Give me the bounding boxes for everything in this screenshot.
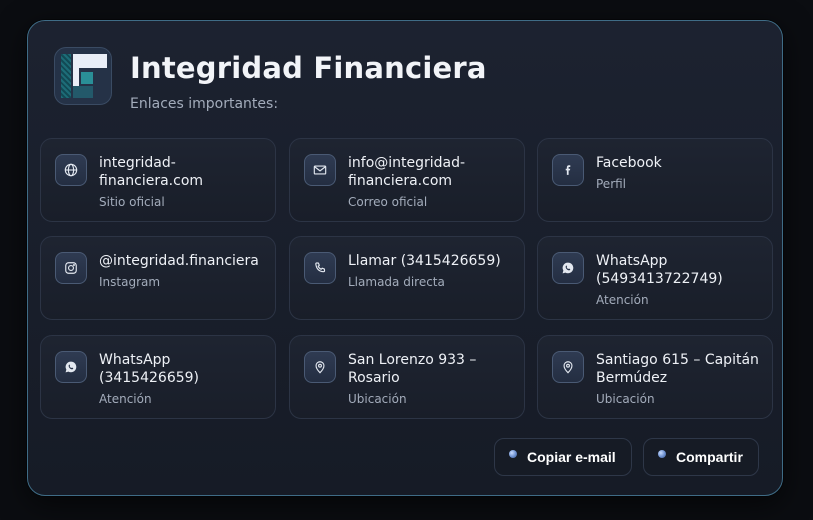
link-email[interactable]: info@integridad-financiera.com Correo of… <box>289 138 525 222</box>
globe-icon <box>55 154 87 186</box>
whatsapp-icon <box>552 252 584 284</box>
link-title: Facebook <box>596 155 662 171</box>
phone-icon <box>304 252 336 284</box>
link-location-rosario[interactable]: San Lorenzo 933 – Rosario Ubicación <box>289 335 525 419</box>
bullet-icon <box>509 450 517 458</box>
link-title: WhatsApp (3415426659) <box>99 352 199 386</box>
link-subtitle: Atención <box>99 392 152 406</box>
bullet-icon <box>658 450 666 458</box>
link-title: Santiago 615 – Capitán Bermúdez <box>596 352 759 386</box>
brand-logo <box>54 47 112 105</box>
instagram-icon <box>55 252 87 284</box>
copy-email-label: Copiar e-mail <box>527 449 616 465</box>
link-subtitle: Sitio oficial <box>99 195 165 209</box>
mail-icon <box>304 154 336 186</box>
link-subtitle: Ubicación <box>348 392 407 406</box>
link-subtitle: Ubicación <box>596 392 655 406</box>
link-title: info@integridad-financiera.com <box>348 155 466 189</box>
link-facebook[interactable]: Facebook Perfil <box>537 138 773 222</box>
link-title: San Lorenzo 933 – Rosario <box>348 352 477 386</box>
link-subtitle: Llamada directa <box>348 275 445 289</box>
whatsapp-icon <box>55 351 87 383</box>
page-title: Integridad Financiera <box>130 51 487 85</box>
link-phone[interactable]: Llamar (3415426659) Llamada directa <box>289 236 525 320</box>
link-title: Llamar (3415426659) <box>348 253 501 269</box>
share-button[interactable]: Compartir <box>643 438 759 476</box>
link-title: integridad-financiera.com <box>99 155 204 189</box>
link-location-capitan-bermudez[interactable]: Santiago 615 – Capitán Bermúdez Ubicació… <box>537 335 773 419</box>
link-subtitle: Correo oficial <box>348 195 428 209</box>
link-title: @integridad.financiera <box>99 253 259 269</box>
location-pin-icon <box>552 351 584 383</box>
link-subtitle: Atención <box>596 293 649 307</box>
link-subtitle: Perfil <box>596 177 627 191</box>
share-label: Compartir <box>676 449 743 465</box>
link-whatsapp-2[interactable]: WhatsApp (3415426659) Atención <box>40 335 276 419</box>
links-card: Integridad Financiera Enlaces importante… <box>27 20 783 496</box>
facebook-icon <box>552 154 584 186</box>
link-whatsapp-1[interactable]: WhatsApp (5493413722749) Atención <box>537 236 773 320</box>
link-title: WhatsApp (5493413722749) <box>596 253 723 287</box>
page-subtitle: Enlaces importantes: <box>130 96 279 112</box>
link-subtitle: Instagram <box>99 275 161 289</box>
location-pin-icon <box>304 351 336 383</box>
copy-email-button[interactable]: Copiar e-mail <box>494 438 632 476</box>
link-website[interactable]: integridad-financiera.com Sitio oficial <box>40 138 276 222</box>
link-instagram[interactable]: @integridad.financiera Instagram <box>40 236 276 320</box>
